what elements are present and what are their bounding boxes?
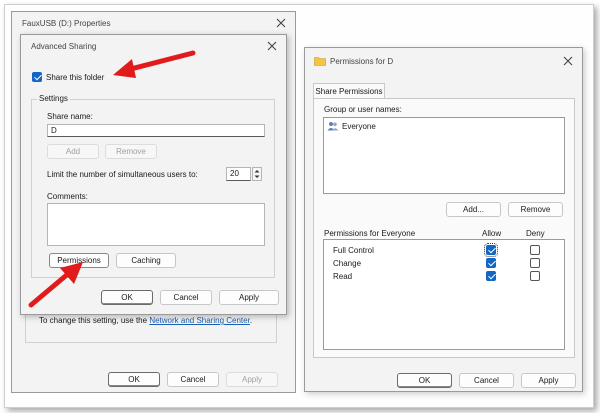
permissions-table: Full Control Change Read xyxy=(323,239,565,350)
caching-button[interactable]: Caching xyxy=(116,253,176,268)
close-icon[interactable] xyxy=(266,40,278,52)
permissions-dialog: Permissions for D Share Permissions Grou… xyxy=(304,47,583,392)
advanced-apply-button[interactable]: Apply xyxy=(219,290,279,305)
users-listbox[interactable]: Everyone xyxy=(323,117,565,194)
permissions-cancel-button[interactable]: Cancel xyxy=(459,373,514,388)
deny-change-checkbox[interactable] xyxy=(530,258,540,268)
permissions-apply-button[interactable]: Apply xyxy=(521,373,576,388)
properties-apply-button: Apply xyxy=(226,372,278,387)
annotation-arrow-permissions xyxy=(28,262,83,308)
allow-full-control-checkbox[interactable] xyxy=(484,243,498,257)
permissions-title: Permissions for D xyxy=(330,56,394,66)
settings-group-label: Settings xyxy=(37,94,70,103)
folder-icon xyxy=(314,56,326,66)
limit-users-spinner[interactable] xyxy=(252,167,262,181)
properties-title: FauxUSB (D:) Properties xyxy=(22,18,111,28)
add-share-button: Add xyxy=(47,144,99,159)
share-name-label: Share name: xyxy=(47,112,93,121)
network-info-prefix: To change this setting, use the xyxy=(39,316,148,325)
permissions-add-button[interactable]: Add... xyxy=(446,202,501,217)
allow-read-checkbox[interactable] xyxy=(486,271,496,281)
deny-full-control-checkbox[interactable] xyxy=(530,245,540,255)
limit-users-input[interactable]: 20 xyxy=(226,167,251,181)
user-name: Everyone xyxy=(342,121,376,131)
permission-name: Change xyxy=(333,259,362,268)
group-user-names-label: Group or user names: xyxy=(324,105,402,114)
users-group-icon xyxy=(327,121,339,131)
deny-column-header: Deny xyxy=(526,229,545,238)
advanced-cancel-button[interactable]: Cancel xyxy=(160,290,212,305)
tab-share-permissions[interactable]: Share Permissions xyxy=(313,83,385,99)
tab-share-permissions-label: Share Permissions xyxy=(315,87,383,96)
share-this-folder-label: Share this folder xyxy=(46,73,105,82)
limit-users-label: Limit the number of simultaneous users t… xyxy=(47,170,198,179)
permissions-remove-button[interactable]: Remove xyxy=(508,202,563,217)
permission-name: Read xyxy=(333,272,353,281)
advanced-sharing-title: Advanced Sharing xyxy=(31,41,97,51)
network-info-text: To change this setting, use the Network … xyxy=(39,316,252,325)
allow-column-header: Allow xyxy=(482,229,502,238)
remove-share-button: Remove xyxy=(105,144,157,159)
annotation-arrow-share xyxy=(113,50,196,78)
comments-label: Comments: xyxy=(47,192,88,201)
permissions-for-label: Permissions for Everyone xyxy=(324,229,416,238)
properties-ok-button[interactable]: OK xyxy=(108,372,160,387)
share-name-input[interactable]: D xyxy=(47,124,265,137)
spin-arrows-icon xyxy=(254,170,260,178)
advanced-ok-button[interactable]: OK xyxy=(101,290,153,305)
screenshot-frame: FauxUSB (D:) Properties To change this s… xyxy=(4,4,594,408)
permissions-titlebar: Permissions for D xyxy=(305,48,582,74)
deny-read-checkbox[interactable] xyxy=(530,271,540,281)
close-icon[interactable] xyxy=(562,55,574,67)
permissions-ok-button[interactable]: OK xyxy=(397,373,452,388)
network-info-suffix: . xyxy=(249,316,253,325)
share-this-folder-checkbox[interactable] xyxy=(32,72,42,82)
permission-name: Full Control xyxy=(333,246,374,255)
network-sharing-center-link[interactable]: Network and Sharing Center xyxy=(149,316,250,325)
comments-textarea[interactable] xyxy=(47,203,265,246)
close-icon[interactable] xyxy=(275,17,287,29)
list-item[interactable]: Everyone xyxy=(327,121,376,131)
allow-change-checkbox[interactable] xyxy=(486,258,496,268)
properties-titlebar: FauxUSB (D:) Properties xyxy=(12,12,295,34)
properties-cancel-button[interactable]: Cancel xyxy=(167,372,219,387)
